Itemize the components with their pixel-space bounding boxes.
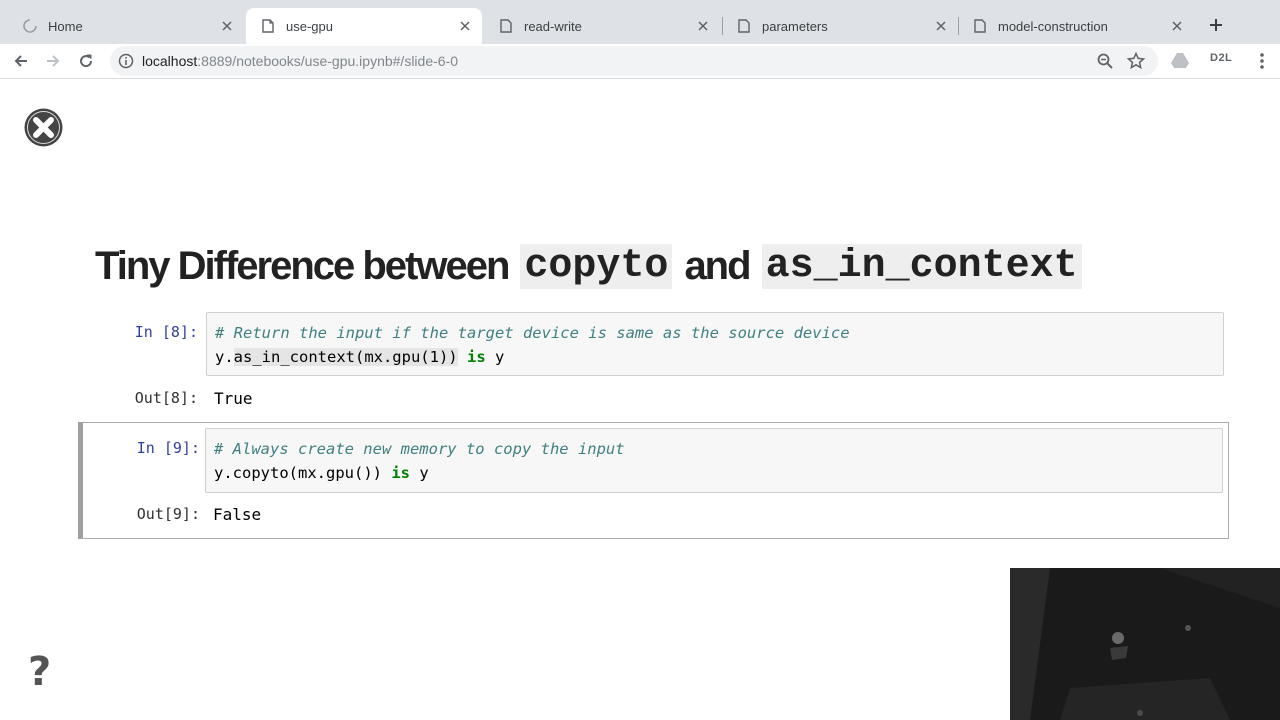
tab-parameters[interactable]: parameters <box>722 8 958 44</box>
code-line: y.as_in_context(mx.gpu(1)) is y <box>215 348 504 366</box>
tab-title: Home <box>48 18 83 34</box>
tab-home[interactable]: Home <box>8 8 244 44</box>
video-frame <box>1010 568 1280 720</box>
input-prompt: In [8]: <box>134 323 198 341</box>
tab-title: use-gpu <box>286 18 333 34</box>
title-code-copyto: copyto <box>520 243 673 289</box>
drive-extension-icon[interactable] <box>1170 50 1190 70</box>
reload-icon <box>80 54 93 68</box>
d2l-extension-button[interactable]: D2L <box>1210 52 1232 64</box>
code-object: y. <box>214 464 233 482</box>
notebook-cell[interactable]: In [8]: # Return the input if the target… <box>80 310 1230 410</box>
forward-button[interactable] <box>42 50 64 72</box>
close-icon[interactable] <box>458 19 472 33</box>
notebook-icon <box>972 18 988 34</box>
info-icon[interactable] <box>118 53 134 69</box>
output-prompt: Out[9]: <box>136 505 200 523</box>
code-comment: # Return the input if the target device … <box>215 324 850 342</box>
close-icon[interactable] <box>1170 19 1184 33</box>
tab-read-write[interactable]: read-write <box>484 8 720 44</box>
title-text: and <box>684 243 751 288</box>
tab-use-gpu[interactable]: use-gpu <box>246 8 482 44</box>
arrow-left-icon <box>14 55 27 67</box>
tab-title: read-write <box>524 18 582 34</box>
title-code-as-in-context: as_in_context <box>761 243 1082 289</box>
notebook-icon <box>736 18 752 34</box>
title-text: Tiny Difference between <box>95 243 510 288</box>
close-icon[interactable] <box>220 19 234 33</box>
new-tab-button[interactable] <box>1205 14 1227 36</box>
input-prompt: In [9]: <box>136 439 200 457</box>
cell-output: True <box>214 389 253 408</box>
code-tail: y <box>495 348 505 366</box>
code-keyword: is <box>391 464 410 482</box>
tab-strip: Home use-gpu read-write parameters model… <box>0 0 1280 44</box>
code-call: copyto(mx.gpu()) <box>232 464 382 482</box>
tab-title: parameters <box>762 18 828 34</box>
code-line: y.copyto(mx.gpu()) is y <box>214 464 429 482</box>
output-prompt: Out[8]: <box>134 389 198 407</box>
url-text: localhost:8889/notebooks/use-gpu.ipynb#/… <box>142 53 458 69</box>
zoom-icon[interactable] <box>1096 52 1114 70</box>
presenter-video <box>1010 568 1280 720</box>
url-host: localhost <box>142 53 198 69</box>
notebook-icon <box>260 18 276 34</box>
code-input[interactable]: # Return the input if the target device … <box>206 312 1224 376</box>
tab-title: model-construction <box>998 18 1108 34</box>
code-keyword: is <box>466 348 486 366</box>
plus-icon <box>1210 19 1222 31</box>
browser-toolbar: localhost:8889/notebooks/use-gpu.ipynb#/… <box>0 44 1280 79</box>
reload-button[interactable] <box>75 50 97 72</box>
address-bar[interactable]: localhost:8889/notebooks/use-gpu.ipynb#/… <box>110 46 1158 76</box>
cell-output: False <box>213 505 262 524</box>
back-button[interactable] <box>10 50 32 72</box>
notebook-icon <box>498 18 514 34</box>
notebook-cell-selected[interactable]: In [9]: # Always create new memory to co… <box>78 422 1229 539</box>
code-tail: y <box>419 464 429 482</box>
loading-spinner-icon <box>22 18 38 34</box>
url-path: :8889/notebooks/use-gpu.ipynb#/slide-6-0 <box>197 53 459 69</box>
close-icon[interactable] <box>934 19 948 33</box>
arrow-right-icon <box>47 55 60 67</box>
more-menu-icon[interactable] <box>1255 50 1269 72</box>
close-icon[interactable] <box>696 19 710 33</box>
close-slideshow-button[interactable] <box>23 107 64 148</box>
code-comment: # Always create new memory to copy the i… <box>214 440 625 458</box>
slide-title: Tiny Difference between copyto and as_in… <box>95 238 1082 294</box>
tab-model-construction[interactable]: model-construction <box>958 8 1194 44</box>
help-button[interactable]: ? <box>28 652 51 692</box>
bookmark-star-icon[interactable] <box>1127 52 1145 70</box>
code-call: as_in_context(mx.gpu(1)) <box>233 348 458 366</box>
code-input[interactable]: # Always create new memory to copy the i… <box>205 428 1223 493</box>
code-object: y. <box>215 348 234 366</box>
